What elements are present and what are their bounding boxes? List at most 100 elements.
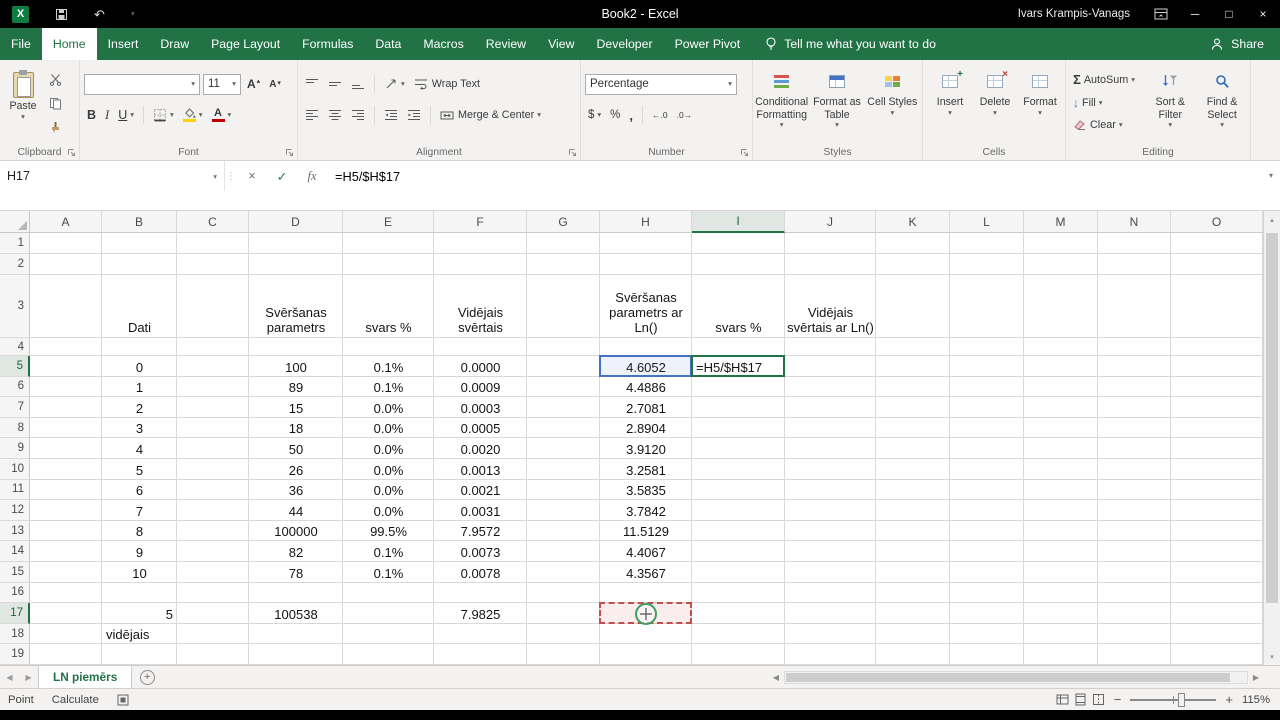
cell-B17[interactable]: 5 [102,603,177,624]
column-header-F[interactable]: F [434,211,527,233]
underline-button[interactable]: U ▾ [115,106,137,124]
sheet-nav-left-icon[interactable]: ◀ [0,666,19,688]
tab-formulas[interactable]: Formulas [291,28,364,60]
tell-me-box[interactable]: Tell me what you want to do [765,28,936,60]
row-header-18[interactable]: 18 [0,623,30,645]
cell-F6[interactable]: 0.0009 [434,377,527,398]
cell-B15[interactable]: 10 [102,562,177,583]
copy-button[interactable] [46,95,65,112]
formula-bar-expand-icon[interactable]: ▾ [1269,171,1273,180]
align-right-button[interactable] [348,106,368,124]
cell-B11[interactable]: 6 [102,480,177,501]
row-header-5[interactable]: 5 [0,356,30,377]
maximize-button[interactable]: □ [1212,0,1246,28]
cell-D10[interactable]: 26 [249,459,343,480]
bold-button[interactable]: B [84,106,99,124]
hscroll-right-icon[interactable]: ▶ [1248,673,1264,682]
row-header-17[interactable]: 17 [0,603,30,624]
tab-draw[interactable]: Draw [149,28,200,60]
cell-B12[interactable]: 7 [102,500,177,521]
wrap-text-button[interactable]: Wrap Text [411,75,483,94]
increase-indent-button[interactable] [404,106,424,124]
cell-F7[interactable]: 0.0003 [434,397,527,418]
align-bottom-button[interactable] [348,75,368,93]
ribbon-display-options-icon[interactable] [1154,8,1168,20]
cell-D9[interactable]: 50 [249,438,343,459]
clear-button[interactable]: Clear ▾ [1070,117,1144,133]
row-header-14[interactable]: 14 [0,541,30,562]
cell-D3[interactable]: Svēršanas parametrs [249,275,343,338]
cell-B8[interactable]: 3 [102,418,177,439]
editing-cell-border[interactable] [691,355,785,377]
tab-page-layout[interactable]: Page Layout [200,28,291,60]
cell-E5[interactable]: 0.1% [343,356,434,377]
cell-D6[interactable]: 89 [249,377,343,398]
user-name[interactable]: Ivars Krampis-Vanags [1018,8,1130,20]
row-header-7[interactable]: 7 [0,397,30,418]
italic-button[interactable]: I [102,106,112,125]
decrease-font-size-button[interactable]: A ▾ [266,77,284,92]
vertical-scrollbar[interactable]: ▴ ▾ [1263,211,1280,665]
cell-B14[interactable]: 9 [102,541,177,562]
align-left-button[interactable] [302,106,322,124]
increase-decimal-button[interactable]: ←.0 [649,108,671,122]
orientation-button[interactable]: ▾ [381,75,408,93]
cell-D15[interactable]: 78 [249,562,343,583]
new-sheet-button[interactable]: + [132,666,162,688]
cell-D11[interactable]: 36 [249,480,343,501]
cell-F14[interactable]: 0.0073 [434,541,527,562]
cell-E6[interactable]: 0.1% [343,377,434,398]
format-as-table-button[interactable]: Format as Table ▾ [809,63,864,144]
row-header-1[interactable]: 1 [0,233,30,254]
column-header-D[interactable]: D [249,211,343,233]
conditional-formatting-button[interactable]: Conditional Formatting ▾ [754,63,809,144]
comma-style-button[interactable]: , [626,106,636,125]
cell-E11[interactable]: 0.0% [343,480,434,501]
align-center-button[interactable] [325,106,345,124]
fill-button[interactable]: ↓ Fill ▾ [1070,94,1144,112]
tab-home[interactable]: Home [41,28,97,60]
decrease-decimal-button[interactable]: .0→ [674,108,696,122]
row-header-11[interactable]: 11 [0,479,30,501]
cell-E15[interactable]: 0.1% [343,562,434,583]
number-format-combo[interactable]: Percentage ▾ [585,73,737,95]
cell-E12[interactable]: 0.0% [343,500,434,521]
cell-F13[interactable]: 7.9572 [434,521,527,542]
zoom-slider-thumb[interactable] [1177,692,1185,707]
cell-H14[interactable]: 4.4067 [600,541,692,562]
row-header-10[interactable]: 10 [0,459,30,480]
insert-cells-button[interactable]: + Insert ▾ [928,63,973,144]
number-dialog-launcher[interactable] [740,148,749,157]
cell-D13[interactable]: 100000 [249,521,343,542]
column-header-A[interactable]: A [30,211,102,233]
cell-H8[interactable]: 2.8904 [600,418,692,439]
font-name-combo[interactable]: ▾ [84,73,200,95]
column-header-G[interactable]: G [527,211,600,233]
zoom-in-button[interactable]: + [1225,692,1233,707]
column-header-N[interactable]: N [1098,211,1171,233]
formula-bar-grip[interactable]: ⋮ [225,161,237,191]
column-header-K[interactable]: K [876,211,950,233]
fill-color-button[interactable]: ▾ [180,106,206,124]
column-header-E[interactable]: E [343,211,434,233]
sheet-nav-right-icon[interactable]: ▶ [19,666,38,688]
vertical-scroll-thumb[interactable] [1266,233,1278,603]
cell-F17[interactable]: 7.9825 [434,603,527,624]
clipboard-dialog-launcher[interactable] [67,148,76,157]
cut-button[interactable] [46,71,65,88]
cell-E7[interactable]: 0.0% [343,397,434,418]
row-header-15[interactable]: 15 [0,562,30,583]
cell-D17[interactable]: 100538 [249,603,343,624]
row-header-6[interactable]: 6 [0,376,30,398]
row-header-4[interactable]: 4 [0,338,30,356]
tab-review[interactable]: Review [475,28,537,60]
minimize-button[interactable]: ─ [1178,0,1212,28]
delete-cells-button[interactable]: × Delete ▾ [973,63,1018,144]
name-box[interactable]: H17 ▾ [0,161,225,191]
row-header-2[interactable]: 2 [0,254,30,275]
cell-E8[interactable]: 0.0% [343,418,434,439]
cell-B5[interactable]: 0 [102,356,177,377]
horizontal-scrollbar[interactable]: ◀ ▶ [768,669,1264,685]
cell-I3[interactable]: svars % [692,275,785,338]
row-header-8[interactable]: 8 [0,417,30,439]
